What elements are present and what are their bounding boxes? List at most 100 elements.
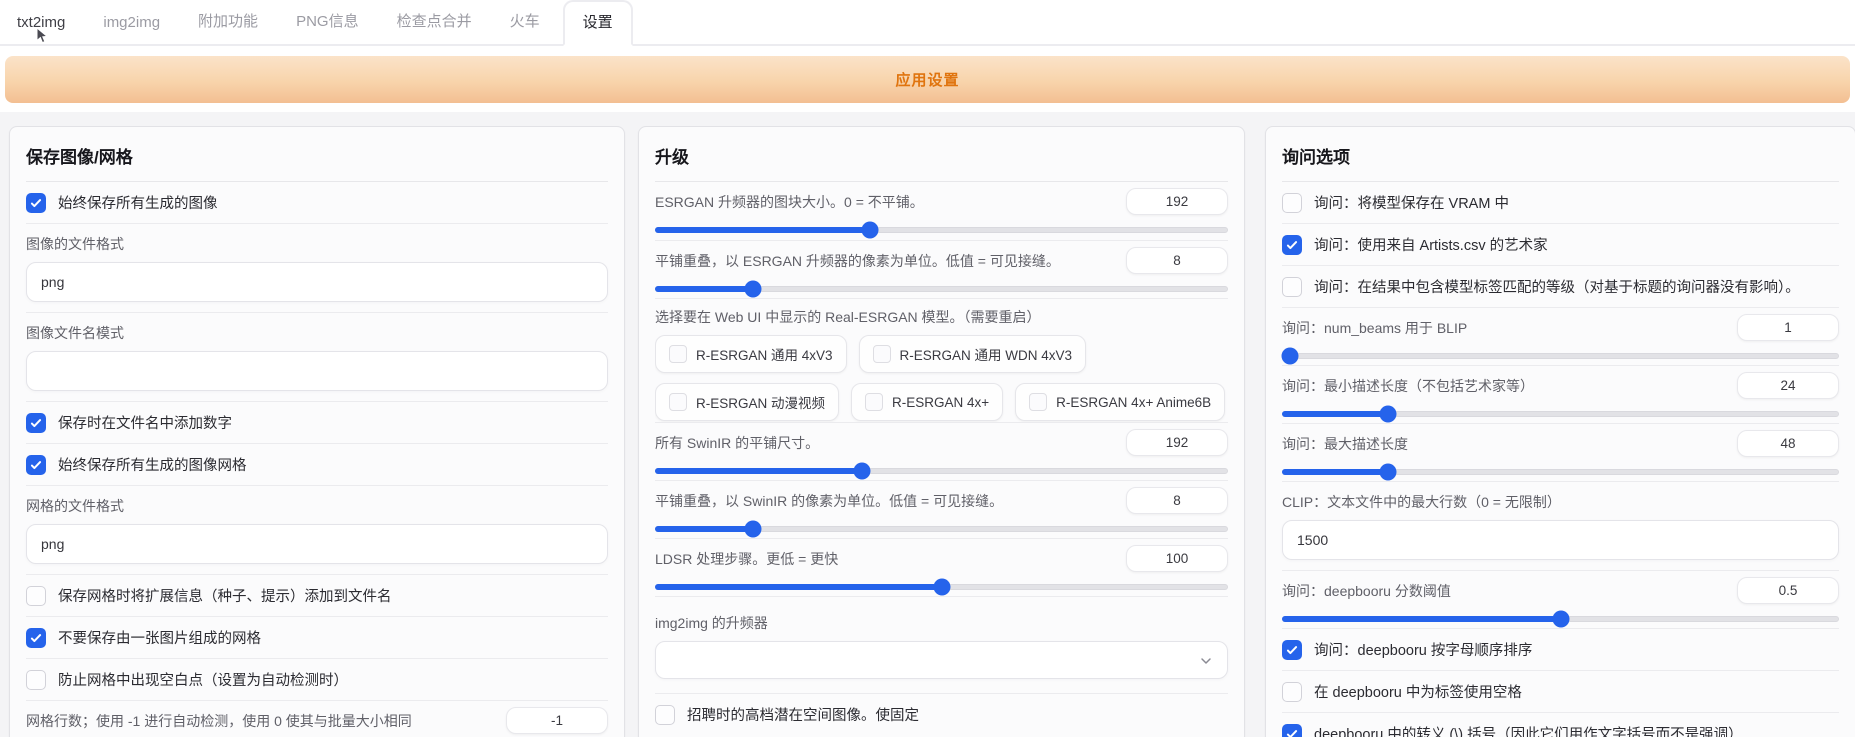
setting-slider-row: 网格行数；使用 -1 进行自动检测，使用 0 使其与批量大小相同-1 (26, 700, 608, 737)
checkbox-checked[interactable] (1282, 724, 1302, 737)
checkbox-checked[interactable] (26, 413, 46, 433)
tab-img2img[interactable]: img2img (88, 4, 175, 44)
upscaler-select[interactable] (655, 641, 1228, 679)
panel-upscale: 升级 ESRGAN 升频器的图块大小。0 = 不平铺。 192 平铺重叠，以 ESRG… (638, 126, 1245, 737)
field-label: 图像的文件格式 (26, 234, 608, 254)
slider-label: 询问：最大描述长度 (1282, 434, 1408, 454)
checkbox-unchecked[interactable] (655, 705, 675, 725)
settings-content: 保存图像/网格始终保存所有生成的图像图像的文件格式png图像文件名模式保存时在文… (0, 112, 1855, 737)
slider-knob[interactable] (862, 222, 879, 239)
slider-label: 询问：最小描述长度（不包括艺术家等） (1282, 376, 1534, 396)
setting-checkbox-row: 在 deepbooru 中为标签使用空格 (1282, 670, 1839, 712)
panel-interrogate: 询问选项询问：将模型保存在 VRAM 中询问：使用来自 Artists.csv … (1265, 126, 1855, 737)
slider-value-input[interactable]: -1 (506, 707, 608, 734)
slider-track[interactable] (655, 468, 1228, 474)
slider-head: 平铺重叠，以 ESRGAN 升频器的像素为单位。低值 = 可见接缝。8 (655, 247, 1228, 274)
slider-knob[interactable] (745, 281, 762, 298)
checkbox-checked[interactable] (26, 193, 46, 213)
slider-knob[interactable] (1282, 348, 1299, 365)
panel-save-header: 保存图像/网格 (26, 127, 608, 182)
chip-list: R-ESRGAN 通用 4xV3 R-ESRGAN 通用 WDN 4xV3 R-ES… (655, 335, 1228, 422)
checkbox-unchecked[interactable] (1282, 682, 1302, 702)
slider-head: 询问：最小描述长度（不包括艺术家等） 24 (1282, 372, 1839, 399)
slider-knob[interactable] (745, 521, 762, 538)
panel-save: 保存图像/网格始终保存所有生成的图像图像的文件格式png图像文件名模式保存时在文… (9, 126, 625, 737)
slider-label: 询问：num_beams 用于 BLIP (1282, 318, 1467, 338)
slider-value-input[interactable]: 0.5 (1737, 577, 1839, 604)
checkbox-label: 询问：deepbooru 按字母顺序排序 (1314, 639, 1532, 660)
slider-value-input[interactable]: 48 (1737, 430, 1839, 457)
panel-title: 保存图像/网格 (26, 143, 608, 168)
slider-value-input[interactable]: 8 (1126, 247, 1228, 274)
slider-track[interactable] (1282, 353, 1839, 359)
checkbox-unchecked[interactable] (669, 393, 687, 411)
slider-knob[interactable] (1552, 611, 1569, 628)
checkbox-checked[interactable] (1282, 640, 1302, 660)
slider-knob[interactable] (853, 463, 870, 480)
model-chip[interactable]: R-ESRGAN 4x+ (851, 383, 1003, 421)
slider-track[interactable] (655, 526, 1228, 532)
checkbox-unchecked[interactable] (26, 670, 46, 690)
model-chip[interactable]: R-ESRGAN 通用 4xV3 (655, 335, 847, 373)
model-choice-group: 选择要在 Web UI 中显示的 Real-ESRGAN 模型。（需要重启）R-… (655, 298, 1228, 422)
slider-track[interactable] (1282, 616, 1839, 622)
setting-slider-row: 平铺重叠，以 SwinIR 的像素为单位。低值 = 可见接缝。 8 (655, 480, 1228, 538)
slider-value-input[interactable]: 1 (1737, 314, 1839, 341)
slider-value-input[interactable]: 24 (1737, 372, 1839, 399)
slider-track[interactable] (655, 584, 1228, 590)
setting-slider-row: 询问：num_beams 用于 BLIP 1 (1282, 307, 1839, 365)
model-chip[interactable]: R-ESRGAN 4x+ Anime6B (1015, 383, 1225, 421)
checkbox-unchecked[interactable] (669, 345, 687, 363)
chip-label: R-ESRGAN 4x+ Anime6B (1056, 395, 1211, 410)
setting-text-row: 网格的文件格式 png (26, 485, 608, 574)
slider-head: 网格行数；使用 -1 进行自动检测，使用 0 使其与批量大小相同-1 (26, 707, 608, 734)
slider-track[interactable] (1282, 411, 1839, 417)
slider-value-input[interactable]: 8 (1126, 487, 1228, 514)
slider-value-input[interactable]: 100 (1126, 545, 1228, 572)
checkbox-label: 不要保存由一张图片组成的网格 (58, 627, 261, 648)
checkbox-checked[interactable] (26, 455, 46, 475)
setting-checkbox-row: 询问：使用来自 Artists.csv 的艺术家 (1282, 223, 1839, 265)
slider-value-input[interactable]: 192 (1126, 429, 1228, 456)
text-input[interactable]: png (26, 524, 608, 564)
checkbox-unchecked[interactable] (1282, 277, 1302, 297)
text-input[interactable]: png (26, 262, 608, 302)
slider-track[interactable] (1282, 469, 1839, 475)
slider-label: ESRGAN 升频器的图块大小。0 = 不平铺。 (655, 192, 924, 212)
slider-fill (655, 227, 871, 233)
slider-label: 平铺重叠，以 SwinIR 的像素为单位。低值 = 可见接缝。 (655, 491, 1003, 511)
checkbox-unchecked[interactable] (1282, 193, 1302, 213)
slider-knob[interactable] (1380, 464, 1397, 481)
panel-title: 升级 (655, 143, 1228, 168)
slider-knob[interactable] (1380, 406, 1397, 423)
tab-pnginfo[interactable]: PNG信息 (281, 0, 374, 44)
slider-head: ESRGAN 升频器的图块大小。0 = 不平铺。 192 (655, 188, 1228, 215)
checkbox-unchecked[interactable] (873, 345, 891, 363)
tab-extras[interactable]: 附加功能 (183, 0, 273, 44)
setting-text-row: 图像文件名模式 (26, 312, 608, 401)
text-input[interactable] (26, 351, 608, 391)
slider-track[interactable] (655, 227, 1228, 233)
mouse-cursor-icon (35, 27, 49, 45)
slider-track[interactable] (655, 286, 1228, 292)
tab-train[interactable]: 火车 (495, 0, 555, 44)
checkbox-checked[interactable] (1282, 235, 1302, 255)
checkbox-unchecked[interactable] (865, 393, 883, 411)
tab-checkpoint-merger[interactable]: 检查点合并 (382, 0, 487, 44)
apply-settings-button[interactable]: 应用设置 (5, 56, 1850, 103)
slider-fill (655, 526, 754, 532)
checkbox-unchecked[interactable] (1029, 393, 1047, 411)
setting-checkbox-row: 始终保存所有生成的图像 (26, 182, 608, 223)
setting-text-row: 图像的文件格式 png (26, 223, 608, 312)
model-chip[interactable]: R-ESRGAN 通用 WDN 4xV3 (859, 335, 1087, 373)
checkbox-unchecked[interactable] (26, 586, 46, 606)
slider-label: 所有 SwinIR 的平铺尺寸。 (655, 433, 819, 453)
slider-knob[interactable] (933, 579, 950, 596)
field-label: 网格的文件格式 (26, 496, 608, 516)
slider-value-input[interactable]: 192 (1126, 188, 1228, 215)
setting-text-row: CLIP：文本文件中的最大行数（0 = 无限制）1500 (1282, 481, 1839, 570)
text-input[interactable]: 1500 (1282, 520, 1839, 560)
model-chip[interactable]: R-ESRGAN 动漫视频 (655, 383, 839, 421)
tab-settings[interactable]: 设置 (563, 0, 633, 46)
checkbox-checked[interactable] (26, 628, 46, 648)
